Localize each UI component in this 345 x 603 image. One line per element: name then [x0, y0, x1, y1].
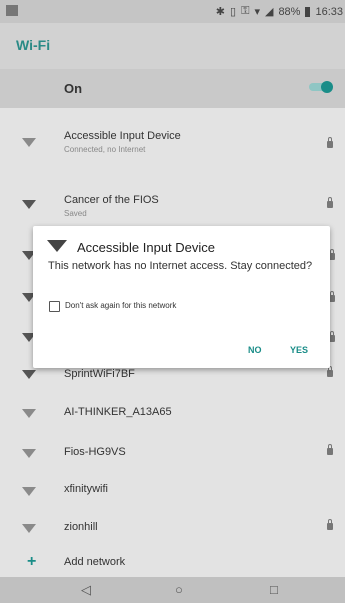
wifi-icon [47, 240, 67, 252]
network-name: zionhill [64, 521, 98, 533]
network-name: Fios-HG9VS [64, 446, 126, 458]
battery-icon [305, 6, 311, 17]
network-status: Connected, no Internet [64, 145, 146, 154]
lock-icon [327, 444, 333, 455]
lock-icon [327, 137, 333, 148]
no-internet-dialog: Accessible Input Device This network has… [33, 226, 330, 368]
page-title: Wi-Fi [16, 37, 51, 53]
wifi-signal-icon [22, 370, 36, 379]
signal-icon: ◢ [264, 6, 274, 18]
network-name: AI-THINKER_A13A65 [64, 406, 172, 418]
network-item[interactable]: Fios-HG9VS [0, 440, 345, 464]
network-item[interactable]: Accessible Input Device Connected, no In… [0, 127, 345, 157]
network-status: Saved [64, 209, 87, 218]
back-button[interactable]: ◁ [81, 582, 91, 598]
network-item[interactable]: AI-THINKER_A13A65 [0, 400, 345, 424]
clock: 16:33 [315, 5, 343, 18]
network-item[interactable]: zionhill [0, 515, 345, 539]
wifi-signal-icon [22, 409, 36, 418]
dont-ask-label[interactable]: Don't ask again for this network [65, 301, 176, 310]
network-item[interactable]: Cancer of the FIOS Saved [0, 192, 345, 222]
add-network-item[interactable]: Add network [0, 551, 345, 573]
lock-icon [327, 366, 333, 377]
dont-ask-checkbox[interactable] [49, 301, 60, 312]
wifi-signal-icon [22, 524, 36, 533]
network-item[interactable]: xfinitywifi [0, 478, 345, 502]
yes-button[interactable]: YES [290, 345, 308, 355]
battery-percent: 88% [278, 5, 301, 18]
recents-button[interactable]: □ [270, 582, 278, 597]
notification-icon [6, 5, 18, 16]
network-name: xfinitywifi [64, 483, 109, 495]
dialog-message: This network has no Internet access. Sta… [48, 260, 313, 272]
wifi-signal-icon [22, 138, 36, 147]
network-name: Accessible Input Device [64, 130, 181, 142]
lock-icon [327, 197, 333, 208]
lock-icon [327, 519, 333, 530]
toggle-thumb [321, 81, 333, 93]
wifi-toggle[interactable] [307, 81, 333, 93]
wifi-icon: ▾ [254, 6, 260, 18]
vibrate-icon: ▯ [230, 6, 237, 18]
app-bar: Wi-Fi [0, 23, 345, 69]
wifi-signal-icon [22, 487, 36, 496]
navigation-bar: ◁ ○ □ [0, 577, 345, 603]
add-network-label: Add network [64, 556, 126, 568]
status-bar: ✱ ▯ ⚿ ▾ ◢ 88% 16:33 [0, 0, 345, 23]
network-name: SprintWiFi7BF [64, 368, 135, 380]
wifi-master-switch-row[interactable]: On [0, 69, 345, 108]
bluetooth-icon: ✱ [215, 6, 225, 18]
network-name: Cancer of the FIOS [64, 194, 159, 206]
wifi-switch-label: On [64, 81, 83, 96]
status-icons: ✱ ▯ ⚿ ▾ ◢ 88% 16:33 [216, 3, 343, 20]
no-button[interactable]: NO [248, 345, 262, 355]
home-button[interactable]: ○ [175, 582, 183, 597]
dialog-title: Accessible Input Device [77, 240, 216, 255]
wifi-signal-icon [22, 200, 36, 209]
key-icon: ⚿ [241, 5, 250, 17]
wifi-signal-icon [22, 449, 36, 458]
